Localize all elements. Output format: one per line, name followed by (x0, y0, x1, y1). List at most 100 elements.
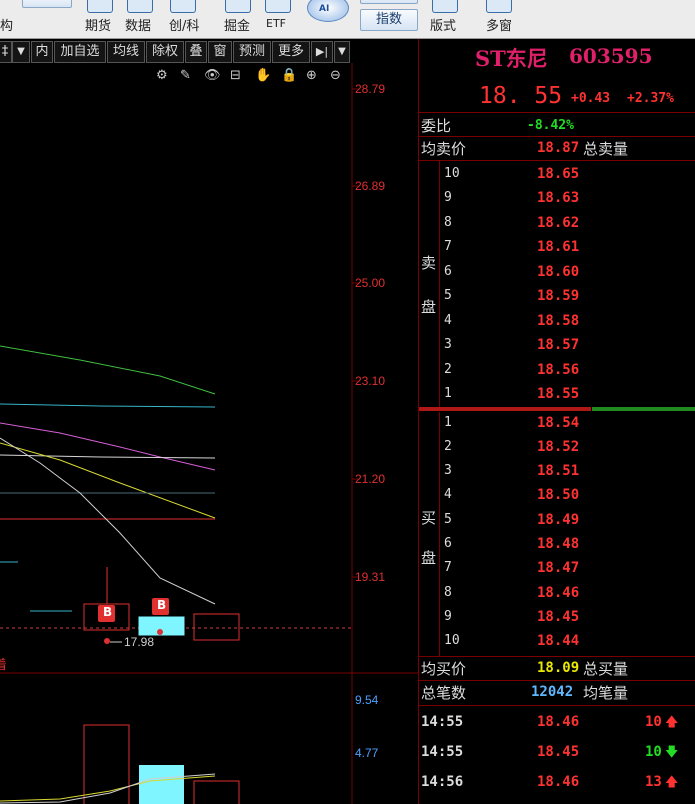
buy-level-price: 18.45 (537, 609, 580, 625)
volume-axis-label: 4.77 (355, 746, 379, 760)
ma-line-green (0, 345, 216, 395)
buy-marker-1-label: B (103, 605, 113, 619)
sell-level-price: 18.55 (537, 386, 580, 402)
chart-toolbar-next[interactable]: ▶| (311, 41, 333, 63)
price-change-pct: +2.37% (627, 91, 674, 106)
trade-volume: 13 (645, 774, 662, 790)
toolbar-cut-label: 构 (0, 19, 14, 34)
ai-label: AI (319, 4, 330, 14)
price-axis-label: 25.00 (355, 276, 386, 290)
quote-panel: ST东尼 603595 18. 55 +0.43 +2.37% 委比 -8.42… (418, 39, 695, 804)
chart-toolbar-inner[interactable]: 内 (31, 41, 53, 63)
weibi-value: -8.42% (527, 118, 574, 133)
sell-side-label: 卖 (421, 254, 437, 272)
sell-level-num: 1 (444, 386, 452, 401)
chuangke-icon[interactable] (170, 0, 196, 13)
sell-level-price: 18.57 (537, 337, 580, 353)
total-trades-label: 总笔数 (421, 684, 467, 702)
toolbar-data[interactable]: 数据 (125, 15, 151, 34)
buy-level-price: 18.47 (537, 560, 580, 576)
chart-toolbar-more[interactable]: 更多 (272, 41, 310, 63)
price-axis-label: 26.89 (355, 179, 386, 193)
buy-level-price: 18.52 (537, 439, 580, 455)
index-button[interactable]: 指数 (360, 9, 418, 31)
chart-toolbar-dropdown[interactable]: ▼ (12, 41, 30, 63)
chart-toolbar-overlay[interactable]: 叠 (185, 41, 207, 63)
volume-bar-2 (139, 765, 184, 804)
ratio-bar-sell (419, 407, 591, 411)
chart-toolbar-predict[interactable]: 预测 (233, 41, 271, 63)
toolbar-etf[interactable]: ETF (266, 17, 286, 30)
etf-icon[interactable] (265, 0, 291, 13)
avg-buy-value: 18.09 (537, 660, 580, 676)
toolbar-layout[interactable]: 版式 (430, 15, 456, 34)
buy-level-num: 3 (444, 463, 452, 478)
price-axis-label: 21.20 (355, 472, 386, 486)
buy-level-num: 8 (444, 585, 452, 600)
down-arrow-icon: 🡇 (665, 745, 679, 760)
candle-3 (193, 613, 240, 641)
sell-level-price: 18.56 (537, 362, 580, 378)
toolbar-juejin[interactable]: 掘金 (224, 15, 250, 34)
buy-level-num: 4 (444, 487, 452, 502)
juejin-icon[interactable] (225, 0, 251, 13)
avg-sell-label: 均卖价 (421, 140, 467, 158)
sell-level-price: 18.65 (537, 166, 580, 182)
ma-line-magenta (0, 422, 216, 471)
sell-level-price: 18.58 (537, 313, 580, 329)
futures-icon[interactable] (87, 0, 113, 13)
buy-level-num: 6 (444, 536, 452, 551)
ratio-bar-buy (592, 407, 695, 411)
ma-line-cyan (0, 403, 216, 408)
low-price-label: 17.98 (124, 635, 155, 649)
avg-buy-label: 均买价 (421, 660, 467, 678)
marker-dot-2 (157, 629, 163, 635)
buy-level-price: 18.46 (537, 585, 580, 601)
buy-level-price: 18.51 (537, 463, 580, 479)
total-sell-label: 总卖量 (583, 140, 629, 158)
multi-window-icon[interactable] (486, 0, 512, 13)
layout-icon[interactable] (432, 0, 458, 13)
toolbar-cut-button[interactable] (22, 0, 72, 8)
toolbar-futures[interactable]: 期货 (85, 15, 111, 34)
toolbar-top-button[interactable] (360, 0, 418, 4)
chart-toolbar-add-watchlist[interactable]: 加自选 (54, 41, 106, 63)
buy-level-price: 18.44 (537, 633, 580, 649)
sell-side-column (419, 161, 440, 407)
buy-marker-2-label: B (157, 598, 167, 612)
trade-time: 14:55 (421, 714, 464, 730)
weibi-label: 委比 (421, 117, 452, 135)
sell-level-num: 6 (444, 264, 452, 279)
chart-toolbar-exright[interactable]: 除权 (146, 41, 184, 63)
trade-time: 14:55 (421, 744, 464, 760)
toolbar-chuangke[interactable]: 创/科 (169, 15, 199, 34)
buy-level-price: 18.48 (537, 536, 580, 552)
buy-level-price: 18.49 (537, 512, 580, 528)
ai-button[interactable]: AI (307, 0, 349, 22)
ma-line-yellow (0, 442, 216, 519)
sell-level-price: 18.60 (537, 264, 580, 280)
chart-toolbar-ma[interactable]: 均线 (107, 41, 145, 63)
price-axis-label: 28.79 (355, 82, 386, 96)
chart-toolbar-window[interactable]: 窗 (208, 41, 232, 63)
buy-level-num: 2 (444, 439, 452, 454)
sell-level-price: 18.61 (537, 239, 580, 255)
up-arrow-icon: 🡅 (665, 775, 679, 790)
avg-trade-label: 均笔量 (583, 684, 629, 702)
toolbar-multi-window[interactable]: 多窗 (486, 15, 512, 34)
buy-level-num: 9 (444, 609, 452, 624)
buy-level-num: 7 (444, 560, 452, 575)
sell-level-price: 18.62 (537, 215, 580, 231)
ma-line-white-flat (0, 454, 216, 459)
avg-sell-value: 18.87 (537, 140, 580, 156)
stock-code: 603595 (569, 44, 653, 68)
chart-toolbar-cut[interactable]: ‡ (0, 41, 12, 63)
sell-level-num: 4 (444, 313, 452, 328)
sell-level-price: 18.59 (537, 288, 580, 304)
chart-toolbar-next-dropdown[interactable]: ▼ (334, 41, 350, 63)
stock-name: ST东尼 (475, 46, 548, 71)
sell-level-price: 18.63 (537, 190, 580, 206)
data-icon[interactable] (127, 0, 153, 13)
trade-time: 14:56 (421, 774, 464, 790)
volume-bar-3 (193, 780, 240, 804)
